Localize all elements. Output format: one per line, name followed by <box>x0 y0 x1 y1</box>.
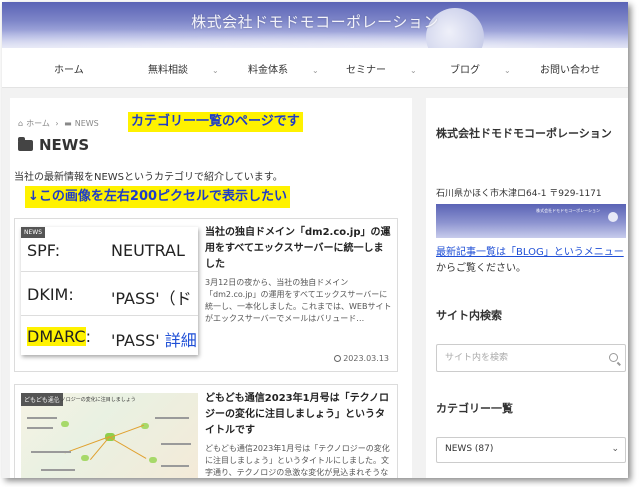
nav-item-home[interactable]: ホーム <box>54 61 84 76</box>
mindmap-node <box>61 421 69 427</box>
thumb-dmarc-label: DMARC <box>27 327 86 346</box>
mindmap-text <box>41 469 75 471</box>
nav-item-free-consult[interactable]: 無料相談 ⌄ <box>148 61 219 76</box>
mindmap-branch <box>110 424 145 438</box>
thumb-row-spf: SPF: NEUTRAL <box>27 241 185 260</box>
thumb-divider <box>21 315 198 316</box>
thumb-dkim-label: DKIM: <box>27 285 74 304</box>
thumb-dmarc-colon: : <box>85 327 91 346</box>
search-box <box>436 344 626 372</box>
mindmap-text <box>155 417 189 419</box>
chevron-down-icon: ⌄ <box>410 66 417 75</box>
chevron-down-icon: ⌄ <box>504 66 511 75</box>
article-title[interactable]: 当社の独自ドメイン「dm2.co.jp」の運用をすべてエックスサーバーに統一しま… <box>205 225 393 273</box>
article-snippet: どもども通信2023年1月号は「テクノロジーの変化に注目しましょう」というタイト… <box>205 444 390 477</box>
nav-item-label: 無料相談 <box>148 65 188 76</box>
sidebar-search-heading: サイト内検索 <box>436 309 502 322</box>
nav-item-label: 料金体系 <box>248 65 288 76</box>
article-title[interactable]: どもども通信2023年1月号は「テクノロジーの変化に注目しましょう」というタイト… <box>205 391 393 439</box>
thumb-spf-label: SPF: <box>27 241 61 260</box>
mindmap-text <box>161 465 189 467</box>
chevron-right-icon: › <box>55 119 59 128</box>
nav-item-label: セミナー <box>346 65 386 76</box>
folder-icon: ▬ <box>64 119 72 128</box>
annotation-image-size: ↓この画像を左右200ピクセルで表示したい <box>25 186 291 208</box>
annotation-category-page: カテゴリー一覧のページです <box>128 112 303 132</box>
search-icon[interactable] <box>609 353 618 362</box>
chevron-down-icon: ⌄ <box>611 444 619 454</box>
moon-image <box>608 212 618 222</box>
global-nav: ホーム 無料相談 ⌄ 料金体系 ⌄ セミナー ⌄ ブログ ⌄ お問い合わせ <box>2 48 628 88</box>
nav-item-seminar[interactable]: セミナー ⌄ <box>346 61 417 76</box>
nav-item-pricing[interactable]: 料金体系 ⌄ <box>248 61 319 76</box>
mindmap-text <box>31 451 71 453</box>
main-content: ⌂ ホーム › ▬ NEWS カテゴリー一覧のページです NEWS 当社の最新情報を… <box>10 98 412 478</box>
category-select-value: NEWS (87) <box>445 444 494 454</box>
clock-icon <box>334 355 342 362</box>
thumb-dmarc-value-group: 'PASS' 詳細 <box>111 327 197 351</box>
thumb-divider <box>21 271 198 272</box>
folder-open-icon <box>18 137 33 151</box>
thumb-spf-value: NEUTRAL <box>111 241 185 260</box>
blog-menu-link[interactable]: 最新記事一覧は「BLOG」というメニュー <box>436 247 624 258</box>
chevron-down-icon: ⌄ <box>312 66 319 75</box>
article-snippet: 3月12日の夜から、当社の独自ドメイン「dm2.co.jp」の運用をすべてエック… <box>205 278 392 323</box>
site-header: 株式会社ドモドモコーポレーション <box>2 2 628 48</box>
category-select[interactable]: NEWS (87) ⌄ <box>436 437 626 463</box>
thumb-title: テクノロジーの変化に注目しましょう <box>51 397 136 403</box>
nav-item-label: お問い合わせ <box>540 65 600 76</box>
breadcrumb-current: NEWS <box>74 119 99 128</box>
mindmap-text <box>27 417 57 419</box>
article-date-text: 2023.03.13 <box>343 354 389 363</box>
sidebar-company-heading: 株式会社ドモドモコーポレーション <box>436 127 612 140</box>
breadcrumb-home[interactable]: ホーム <box>26 119 50 128</box>
article-thumbnail[interactable]: どもども通信 テクノロジーの変化に注目しましょう <box>21 393 198 478</box>
sidebar-banner-image[interactable]: 株式会社ドモドモコーポレーション <box>436 204 626 238</box>
page-frame: 株式会社ドモドモコーポレーション ホーム 無料相談 ⌄ 料金体系 ⌄ セミナー ⌄ ブ… <box>2 2 628 478</box>
sidebar-blog-note: 最新記事一覧は「BLOG」というメニューからご覧ください。 <box>436 245 626 277</box>
mindmap-text <box>161 443 191 445</box>
blog-note-suffix: からご覧ください。 <box>436 263 526 274</box>
category-badge: NEWS <box>21 227 46 238</box>
mindmap-branch <box>109 437 147 459</box>
article-card[interactable]: どもども通信 テクノロジーの変化に注目しましょう どもども通信2023年1月号は… <box>14 384 398 478</box>
thumb-row-dkim: DKIM: 'PASS'（ド <box>27 285 192 308</box>
article-date: 2023.03.13 <box>334 354 389 363</box>
nav-item-label: ホーム <box>54 65 84 76</box>
banner-text: 株式会社ドモドモコーポレーション <box>536 208 600 213</box>
thumb-dmarc-value: 'PASS' <box>111 331 160 350</box>
thumb-dkim-value: 'PASS'（ド <box>111 289 192 308</box>
breadcrumb: ⌂ ホーム › ▬ NEWS <box>18 118 102 129</box>
home-icon: ⌂ <box>18 119 24 128</box>
mindmap-node <box>81 455 89 461</box>
mindmap-node <box>149 457 157 463</box>
chevron-down-icon: ⌄ <box>212 66 219 75</box>
nav-item-contact[interactable]: お問い合わせ <box>540 61 600 76</box>
site-title[interactable]: 株式会社ドモドモコーポレーション <box>2 11 628 32</box>
nav-item-label: ブログ <box>450 65 480 76</box>
sidebar: 株式会社ドモドモコーポレーション 石川県かほく市木津ロ64-1 〒929-117… <box>426 98 628 478</box>
thumb-dmarc-link: 詳細 <box>164 331 197 350</box>
sidebar-category-heading: カテゴリー一覧 <box>436 402 513 415</box>
thumb-row-dmarc: DMARC: 'PASS' 詳細 <box>27 327 197 350</box>
category-description: 当社の最新情報をNEWSというカテゴリで紹介しています。 <box>14 172 283 183</box>
mindmap-text <box>27 427 53 429</box>
article-card[interactable]: SPF: NEUTRAL DKIM: 'PASS'（ド DMARC: 'PASS' 詳… <box>14 218 398 372</box>
search-input[interactable] <box>445 350 605 366</box>
sidebar-address: 石川県かほく市木津ロ64-1 〒929-1171 <box>436 189 602 199</box>
nav-item-blog[interactable]: ブログ ⌄ <box>450 61 511 76</box>
article-thumbnail[interactable]: SPF: NEUTRAL DKIM: 'PASS'（ド DMARC: 'PASS' 詳… <box>21 227 198 355</box>
page-title-text: NEWS <box>39 136 90 154</box>
page-title: NEWS <box>18 136 89 154</box>
